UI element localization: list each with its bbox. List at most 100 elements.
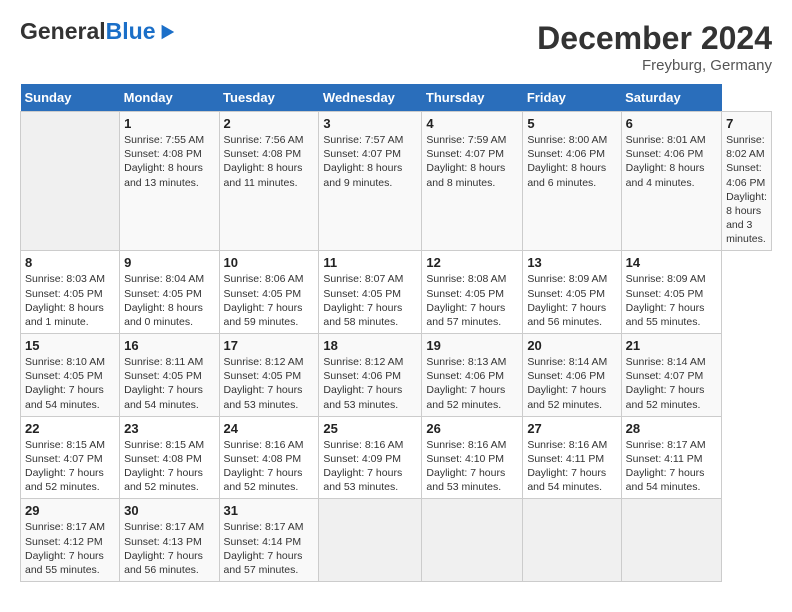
- calendar-cell: 3Sunrise: 7:57 AM Sunset: 4:07 PM Daylig…: [319, 112, 422, 251]
- day-info: Sunrise: 8:02 AM Sunset: 4:06 PM Dayligh…: [726, 133, 767, 246]
- calendar-cell: 20 Sunrise: 8:14 AM Sunset: 4:06 PM Dayli…: [523, 334, 621, 417]
- day-info: Sunrise: 7:56 AM Sunset: 4:08 PM Dayligh…: [224, 133, 315, 190]
- calendar-cell: 10 Sunrise: 8:06 AM Sunset: 4:05 PM Dayli…: [219, 251, 319, 334]
- day-info: Sunrise: 8:09 AM Sunset: 4:05 PM Dayligh…: [527, 272, 616, 329]
- day-info: Sunrise: 8:00 AM Sunset: 4:06 PM Dayligh…: [527, 133, 616, 190]
- day-info: Sunrise: 8:14 AM Sunset: 4:07 PM Dayligh…: [626, 355, 717, 412]
- calendar-cell: [422, 499, 523, 582]
- calendar-cell: [21, 112, 120, 251]
- day-number: 9: [124, 255, 214, 270]
- day-number: 14: [626, 255, 717, 270]
- day-info: Sunrise: 8:12 AM Sunset: 4:06 PM Dayligh…: [323, 355, 417, 412]
- day-info: Sunrise: 7:57 AM Sunset: 4:07 PM Dayligh…: [323, 133, 417, 190]
- day-info: Sunrise: 8:06 AM Sunset: 4:05 PM Dayligh…: [224, 272, 315, 329]
- day-info: Sunrise: 8:07 AM Sunset: 4:05 PM Dayligh…: [323, 272, 417, 329]
- logo: GeneralBlue: [20, 20, 176, 43]
- day-number: 2: [224, 116, 315, 131]
- calendar-table: SundayMondayTuesdayWednesdayThursdayFrid…: [20, 84, 772, 582]
- calendar-cell: 17 Sunrise: 8:12 AM Sunset: 4:05 PM Dayli…: [219, 334, 319, 417]
- day-header-sunday: Sunday: [21, 84, 120, 112]
- calendar-cell: 13Sunrise: 8:09 AM Sunset: 4:05 PM Dayli…: [523, 251, 621, 334]
- day-info: Sunrise: 8:09 AM Sunset: 4:05 PM Dayligh…: [626, 272, 717, 329]
- day-info: Sunrise: 8:11 AM Sunset: 4:05 PM Dayligh…: [124, 355, 214, 412]
- calendar-cell: [621, 499, 721, 582]
- week-row: 15 Sunrise: 8:10 AM Sunset: 4:05 PM Dayli…: [21, 334, 772, 417]
- calendar-cell: 14 Sunrise: 8:09 AM Sunset: 4:05 PM Dayli…: [621, 251, 721, 334]
- day-number: 23: [124, 421, 214, 436]
- week-row: 1 Sunrise: 7:55 AM Sunset: 4:08 PM Daylig…: [21, 112, 772, 251]
- day-number: 12: [426, 255, 518, 270]
- day-number: 22: [25, 421, 115, 436]
- calendar-cell: 15 Sunrise: 8:10 AM Sunset: 4:05 PM Dayli…: [21, 334, 120, 417]
- day-info: Sunrise: 8:04 AM Sunset: 4:05 PM Dayligh…: [124, 272, 214, 329]
- page-header: GeneralBlue December 2024 Freyburg, Germ…: [20, 20, 772, 74]
- calendar-cell: [523, 499, 621, 582]
- day-number: 20: [527, 338, 616, 353]
- day-number: 16: [124, 338, 214, 353]
- day-number: 28: [626, 421, 717, 436]
- calendar-cell: 23 Sunrise: 8:15 AM Sunset: 4:08 PM Dayli…: [120, 416, 219, 499]
- day-number: 29: [25, 503, 115, 518]
- day-info: Sunrise: 8:14 AM Sunset: 4:06 PM Dayligh…: [527, 355, 616, 412]
- calendar-cell: 4 Sunrise: 7:59 AM Sunset: 4:07 PM Daylig…: [422, 112, 523, 251]
- calendar-cell: 24 Sunrise: 8:16 AM Sunset: 4:08 PM Dayli…: [219, 416, 319, 499]
- calendar-cell: 28 Sunrise: 8:17 AM Sunset: 4:11 PM Dayli…: [621, 416, 721, 499]
- day-info: Sunrise: 8:08 AM Sunset: 4:05 PM Dayligh…: [426, 272, 518, 329]
- day-info: Sunrise: 8:17 AM Sunset: 4:13 PM Dayligh…: [124, 520, 214, 577]
- calendar-cell: 2 Sunrise: 7:56 AM Sunset: 4:08 PM Daylig…: [219, 112, 319, 251]
- week-row: 29 Sunrise: 8:17 AM Sunset: 4:12 PM Dayli…: [21, 499, 772, 582]
- day-info: Sunrise: 8:01 AM Sunset: 4:06 PM Dayligh…: [626, 133, 717, 190]
- calendar-cell: 31 Sunrise: 8:17 AM Sunset: 4:14 PM Dayli…: [219, 499, 319, 582]
- day-header-friday: Friday: [523, 84, 621, 112]
- day-number: 11: [323, 255, 417, 270]
- day-number: 6: [626, 116, 717, 131]
- calendar-cell: 30Sunrise: 8:17 AM Sunset: 4:13 PM Dayli…: [120, 499, 219, 582]
- month-title: December 2024: [537, 20, 772, 57]
- logo-arrow-icon: [158, 23, 176, 41]
- title-area: December 2024 Freyburg, Germany: [537, 20, 772, 74]
- day-info: Sunrise: 8:16 AM Sunset: 4:08 PM Dayligh…: [224, 438, 315, 495]
- day-number: 24: [224, 421, 315, 436]
- day-number: 21: [626, 338, 717, 353]
- calendar-cell: 8Sunrise: 8:03 AM Sunset: 4:05 PM Daylig…: [21, 251, 120, 334]
- day-info: Sunrise: 8:12 AM Sunset: 4:05 PM Dayligh…: [224, 355, 315, 412]
- calendar-cell: 22Sunrise: 8:15 AM Sunset: 4:07 PM Dayli…: [21, 416, 120, 499]
- day-number: 7: [726, 116, 767, 131]
- week-row: 22Sunrise: 8:15 AM Sunset: 4:07 PM Dayli…: [21, 416, 772, 499]
- calendar-cell: 7 Sunrise: 8:02 AM Sunset: 4:06 PM Daylig…: [722, 112, 772, 251]
- day-info: Sunrise: 8:13 AM Sunset: 4:06 PM Dayligh…: [426, 355, 518, 412]
- day-number: 4: [426, 116, 518, 131]
- day-info: Sunrise: 8:15 AM Sunset: 4:08 PM Dayligh…: [124, 438, 214, 495]
- day-info: Sunrise: 8:16 AM Sunset: 4:10 PM Dayligh…: [426, 438, 518, 495]
- day-number: 27: [527, 421, 616, 436]
- location: Freyburg, Germany: [537, 57, 772, 74]
- calendar-cell: 29 Sunrise: 8:17 AM Sunset: 4:12 PM Dayli…: [21, 499, 120, 582]
- calendar-cell: 12 Sunrise: 8:08 AM Sunset: 4:05 PM Dayli…: [422, 251, 523, 334]
- day-number: 31: [224, 503, 315, 518]
- calendar-cell: [319, 499, 422, 582]
- day-number: 25: [323, 421, 417, 436]
- calendar-cell: 6 Sunrise: 8:01 AM Sunset: 4:06 PM Daylig…: [621, 112, 721, 251]
- day-info: Sunrise: 7:55 AM Sunset: 4:08 PM Dayligh…: [124, 133, 214, 190]
- week-row: 8Sunrise: 8:03 AM Sunset: 4:05 PM Daylig…: [21, 251, 772, 334]
- day-info: Sunrise: 8:17 AM Sunset: 4:12 PM Dayligh…: [25, 520, 115, 577]
- calendar-cell: 19 Sunrise: 8:13 AM Sunset: 4:06 PM Dayli…: [422, 334, 523, 417]
- calendar-cell: 11 Sunrise: 8:07 AM Sunset: 4:05 PM Dayli…: [319, 251, 422, 334]
- day-info: Sunrise: 8:10 AM Sunset: 4:05 PM Dayligh…: [25, 355, 115, 412]
- day-number: 1: [124, 116, 214, 131]
- day-info: Sunrise: 7:59 AM Sunset: 4:07 PM Dayligh…: [426, 133, 518, 190]
- day-info: Sunrise: 8:16 AM Sunset: 4:09 PM Dayligh…: [323, 438, 417, 495]
- day-number: 10: [224, 255, 315, 270]
- day-number: 17: [224, 338, 315, 353]
- day-info: Sunrise: 8:17 AM Sunset: 4:11 PM Dayligh…: [626, 438, 717, 495]
- day-info: Sunrise: 8:17 AM Sunset: 4:14 PM Dayligh…: [224, 520, 315, 577]
- day-number: 26: [426, 421, 518, 436]
- day-header-saturday: Saturday: [621, 84, 721, 112]
- day-info: Sunrise: 8:16 AM Sunset: 4:11 PM Dayligh…: [527, 438, 616, 495]
- calendar-cell: 27 Sunrise: 8:16 AM Sunset: 4:11 PM Dayli…: [523, 416, 621, 499]
- calendar-cell: 26 Sunrise: 8:16 AM Sunset: 4:10 PM Dayli…: [422, 416, 523, 499]
- day-number: 15: [25, 338, 115, 353]
- calendar-cell: 5Sunrise: 8:00 AM Sunset: 4:06 PM Daylig…: [523, 112, 621, 251]
- day-number: 19: [426, 338, 518, 353]
- day-header-wednesday: Wednesday: [319, 84, 422, 112]
